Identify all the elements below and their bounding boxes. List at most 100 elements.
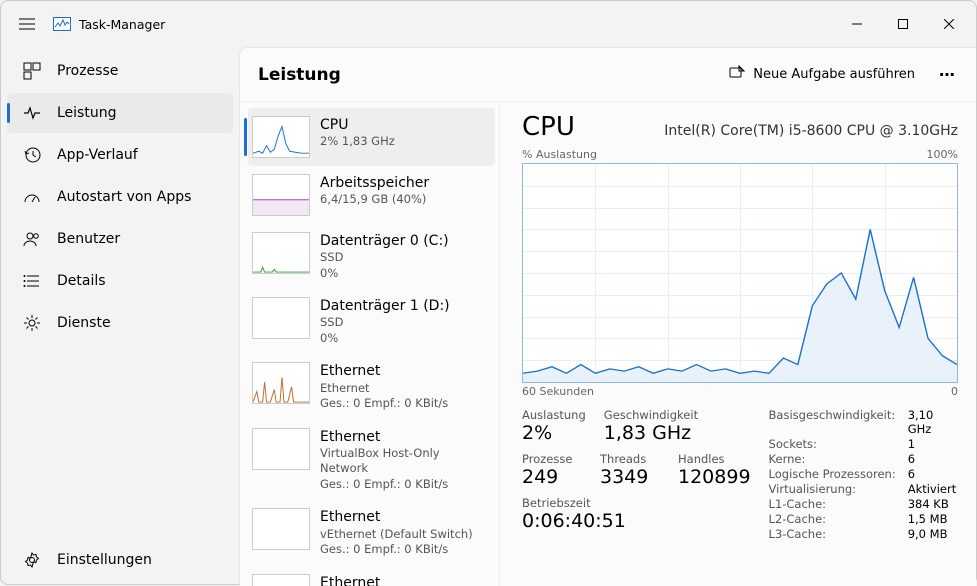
stat-key: L3-Cache:	[769, 527, 896, 541]
nav-users[interactable]: Benutzer	[7, 219, 233, 259]
disk-thumb	[252, 232, 310, 274]
content-panel: Leistung Neue Aufgabe ausführen ⋯ CPU 2%…	[239, 47, 976, 586]
nav-details[interactable]: Details	[7, 261, 233, 301]
resource-ethernet-1[interactable]: Ethernet VirtualBox Host-Only Network Ge…	[248, 420, 495, 501]
resource-title: CPU	[320, 116, 395, 134]
nav-app-history[interactable]: App-Verlauf	[7, 135, 233, 175]
stat-value: 9,0 MB	[908, 527, 958, 541]
settings-icon	[23, 551, 41, 569]
pulse-icon	[23, 104, 41, 122]
nav-label: Dienste	[57, 315, 111, 331]
resource-memory[interactable]: Arbeitsspeicher 6,4/15,9 GB (40%)	[248, 166, 495, 224]
detail-panel: CPU Intel(R) Core(TM) i5-8600 CPU @ 3.10…	[500, 102, 976, 586]
resource-sub: Ethernet	[320, 381, 448, 397]
stat-key: Logische Prozessoren:	[769, 467, 896, 481]
close-button[interactable]	[926, 8, 972, 40]
resource-sub2: 0%	[320, 266, 449, 282]
stat-key: L2-Cache:	[769, 512, 896, 526]
gauge-icon	[23, 188, 41, 206]
disk-thumb	[252, 297, 310, 339]
stat-key: L1-Cache:	[769, 497, 896, 511]
nav-settings[interactable]: Einstellungen	[7, 540, 233, 580]
stat-label: Threads	[600, 452, 660, 466]
axis-x-left: 60 Sekunden	[522, 385, 594, 398]
stat-value: 6	[908, 467, 958, 481]
app-title: Task-Manager	[79, 17, 165, 32]
nav-services[interactable]: Dienste	[7, 303, 233, 343]
stat-label: Prozesse	[522, 452, 582, 466]
resource-title: Datenträger 0 (C:)	[320, 232, 449, 250]
stat-value: 1	[908, 437, 958, 451]
stat-value: 1,83 GHz	[604, 422, 698, 444]
stat-key: Virtualisierung:	[769, 482, 896, 496]
resource-ethernet-0[interactable]: Ethernet Ethernet Ges.: 0 Empf.: 0 KBit/…	[248, 354, 495, 419]
stat-value: Aktiviert	[908, 482, 958, 496]
cpu-chart	[522, 163, 958, 383]
stat-label: Geschwindigkeit	[604, 408, 698, 422]
resource-title: Ethernet	[320, 508, 473, 526]
stat-label: Handles	[678, 452, 751, 466]
axis-y-max: 100%	[927, 148, 958, 161]
maximize-button[interactable]	[880, 8, 926, 40]
resource-sub2: Ges.: 0 Empf.: 0 KBit/s	[320, 396, 448, 412]
detail-subtitle: Intel(R) Core(TM) i5-8600 CPU @ 3.10GHz	[664, 123, 958, 139]
new-task-button[interactable]: Neue Aufgabe ausführen	[719, 59, 925, 91]
resource-title: Arbeitsspeicher	[320, 174, 429, 192]
net-thumb	[252, 362, 310, 404]
sidebar: Prozesse Leistung App-Verlauf Autostart …	[1, 47, 239, 586]
users-icon	[23, 230, 41, 248]
net-thumb	[252, 428, 310, 470]
stat-value: 249	[522, 466, 582, 488]
hamburger-menu-button[interactable]	[5, 4, 49, 44]
memory-thumb	[252, 174, 310, 216]
nav-label: Autostart von Apps	[57, 189, 191, 205]
stat-key: Kerne:	[769, 452, 896, 466]
nav-label: Einstellungen	[57, 552, 152, 568]
nav-processes[interactable]: Prozesse	[7, 51, 233, 91]
resource-sub: 6,4/15,9 GB (40%)	[320, 192, 429, 208]
cpu-thumb	[252, 116, 310, 158]
resource-title: Ethernet	[320, 362, 448, 380]
grid-icon	[23, 62, 41, 80]
resource-disk-0[interactable]: Datenträger 0 (C:) SSD 0%	[248, 224, 495, 289]
run-icon	[729, 65, 745, 85]
page-title: Leistung	[258, 65, 341, 85]
stat-label: Auslastung	[522, 408, 586, 422]
nav-label: App-Verlauf	[57, 147, 138, 163]
nav-performance[interactable]: Leistung	[7, 93, 233, 133]
resource-title: Ethernet	[320, 574, 380, 586]
resource-sub: 2% 1,83 GHz	[320, 134, 395, 150]
history-icon	[23, 146, 41, 164]
stat-value: 120899	[678, 466, 751, 488]
resource-list[interactable]: CPU 2% 1,83 GHz Arbeitsspeicher 6,4/15,9…	[240, 102, 500, 586]
resource-ethernet-2[interactable]: Ethernet vEthernet (Default Switch) Ges.…	[248, 500, 495, 565]
stat-value: 384 KB	[908, 497, 958, 511]
resource-sub2: Ges.: 0 Empf.: 0 KBit/s	[320, 477, 487, 493]
resource-disk-1[interactable]: Datenträger 1 (D:) SSD 0%	[248, 289, 495, 354]
resource-sub: VirtualBox Host-Only Network	[320, 446, 487, 477]
resource-sub: vEthernet (Default Switch)	[320, 527, 473, 543]
resource-title: Datenträger 1 (D:)	[320, 297, 450, 315]
list-icon	[23, 272, 41, 290]
uptime-label: Betriebszeit	[522, 496, 751, 510]
resource-sub: SSD	[320, 315, 450, 331]
more-button[interactable]: ⋯	[931, 59, 964, 90]
new-task-label: Neue Aufgabe ausführen	[753, 67, 915, 82]
nav-startup[interactable]: Autostart von Apps	[7, 177, 233, 217]
stats-right: Basisgeschwindigkeit:3,10 GHzSockets:1Ke…	[769, 408, 958, 541]
resource-sub2: Ges.: 0 Empf.: 0 KBit/s	[320, 542, 473, 558]
minimize-button[interactable]	[834, 8, 880, 40]
stat-key: Basisgeschwindigkeit:	[769, 408, 896, 436]
stat-value: 6	[908, 452, 958, 466]
resource-sub2: 0%	[320, 331, 450, 347]
resource-cpu[interactable]: CPU 2% 1,83 GHz	[248, 108, 495, 166]
stat-value: 3349	[600, 466, 660, 488]
uptime-value: 0:06:40:51	[522, 510, 751, 532]
stat-key: Sockets:	[769, 437, 896, 451]
nav-label: Details	[57, 273, 106, 289]
resource-ethernet-3[interactable]: Ethernet	[248, 566, 495, 586]
nav-label: Benutzer	[57, 231, 120, 247]
titlebar: Task-Manager	[1, 1, 976, 47]
app-icon	[53, 15, 71, 33]
axis-y-label: % Auslastung	[522, 148, 597, 161]
